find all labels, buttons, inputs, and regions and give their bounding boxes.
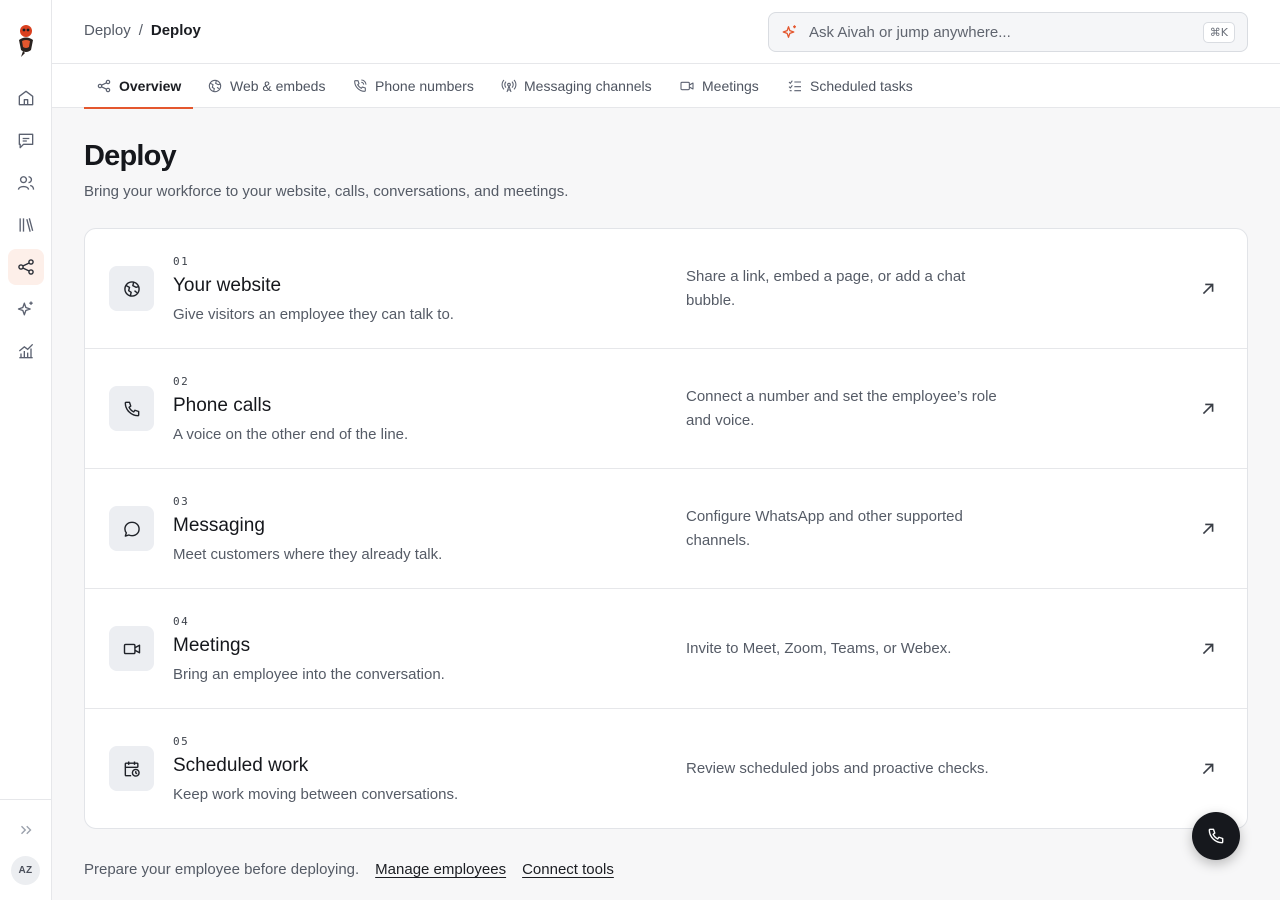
command-search[interactable]: Ask Aivah or jump anywhere... ⌘K (768, 12, 1248, 52)
page-title: Deploy (84, 140, 177, 172)
channel-row-meetings[interactable]: 04 Meetings Bring an employee into the c… (85, 589, 1247, 709)
checklist-icon (788, 80, 801, 92)
video-icon (680, 81, 694, 91)
tab-label: Web & embeds (230, 78, 326, 94)
tab-label: Phone numbers (375, 78, 474, 94)
arrow-up-right-icon[interactable] (1197, 638, 1219, 660)
tab-label: Messaging channels (524, 78, 652, 94)
tab-overview[interactable]: Overview (84, 64, 194, 109)
channel-title: Scheduled work (173, 755, 309, 776)
channel-row-scheduled-work[interactable]: 05 Scheduled work Keep work moving betwe… (85, 709, 1247, 828)
chat-bubble-icon (109, 506, 154, 551)
sidebar: AZ (0, 0, 52, 900)
sidebar-divider (0, 799, 52, 800)
channel-description: A voice on the other end of the line. (173, 426, 409, 443)
library-icon[interactable] (8, 207, 44, 243)
channel-title: Your website (173, 275, 282, 296)
tab-meetings[interactable]: Meetings (667, 64, 771, 108)
channel-description: Keep work moving between conversations. (173, 786, 459, 803)
globe-icon (109, 266, 154, 311)
share-icon (97, 79, 111, 93)
channel-title: Messaging (173, 515, 265, 536)
user-avatar[interactable]: AZ (11, 856, 40, 885)
home-icon[interactable] (8, 80, 44, 116)
arrow-up-right-icon[interactable] (1197, 278, 1219, 300)
channel-detail: Connect a number and set the employee’s … (686, 388, 997, 429)
channel-number: 01 (173, 255, 190, 268)
footer-text: Prepare your employee before deploying. (84, 861, 360, 878)
video-icon (109, 626, 154, 671)
channel-number: 02 (173, 375, 190, 388)
channel-number: 03 (173, 495, 190, 508)
breadcrumb-separator: / (138, 22, 143, 39)
arrow-up-right-icon[interactable] (1197, 398, 1219, 420)
channel-description: Meet customers where they already talk. (173, 546, 443, 563)
channel-number: 05 (173, 735, 190, 748)
employees-icon[interactable] (8, 165, 44, 201)
channel-description: Bring an employee into the conversation. (173, 666, 445, 683)
channel-row-website[interactable]: 01 Your website Give visitors an employe… (85, 229, 1247, 349)
channel-detail: Review scheduled jobs and proactive chec… (686, 760, 989, 777)
tab-phone-numbers[interactable]: Phone numbers (340, 64, 486, 108)
expand-sidebar-icon[interactable] (14, 820, 38, 840)
arrow-up-right-icon[interactable] (1197, 518, 1219, 540)
manage-employees-link[interactable]: Manage employees (375, 861, 506, 878)
tab-scheduled-tasks[interactable]: Scheduled tasks (775, 64, 925, 108)
conversations-icon[interactable] (8, 123, 44, 159)
sparkles-icon[interactable] (8, 291, 44, 327)
channel-detail: Invite to Meet, Zoom, Teams, or Webex. (686, 640, 952, 657)
breadcrumb-current: Deploy (150, 22, 201, 39)
channel-detail: Share a link, embed a page, or add a cha… (686, 268, 966, 309)
phone-icon (109, 386, 154, 431)
deploy-channel-list: 01 Your website Give visitors an employe… (84, 228, 1248, 829)
analytics-icon[interactable] (8, 333, 44, 369)
channel-detail: Configure WhatsApp and other supported c… (686, 508, 963, 549)
tab-label: Overview (119, 78, 182, 94)
page-subtitle: Bring your workforce to your website, ca… (84, 183, 569, 200)
tab-web-embeds[interactable]: Web & embeds (195, 64, 337, 108)
top-header: Deploy / Deploy Ask Aivah or jump anywhe… (52, 0, 1280, 64)
search-placeholder: Ask Aivah or jump anywhere... (809, 23, 1011, 41)
channel-title: Phone calls (173, 395, 272, 416)
channel-row-messaging[interactable]: 03 Messaging Meet customers where they a… (85, 469, 1247, 589)
channel-description: Give visitors an employee they can talk … (173, 306, 454, 323)
channel-number: 04 (173, 615, 190, 628)
calendar-clock-icon (109, 746, 154, 791)
phone-ringing-icon (354, 79, 367, 92)
tab-messaging-channels[interactable]: Messaging channels (489, 64, 664, 108)
connect-tools-link[interactable]: Connect tools (522, 861, 614, 878)
shortcut-badge: ⌘K (1202, 21, 1235, 43)
arrow-up-right-icon[interactable] (1197, 758, 1219, 780)
broadcast-icon (501, 79, 517, 93)
phone-icon (1208, 828, 1224, 844)
breadcrumb: Deploy / Deploy (84, 22, 201, 39)
deploy-icon[interactable] (8, 249, 44, 285)
globe-icon (208, 79, 222, 93)
call-button[interactable] (1192, 812, 1240, 860)
tab-label: Meetings (702, 78, 759, 94)
sparkle-icon (782, 25, 796, 38)
tab-bar: Overview Web & embeds Phone numbers Mess… (52, 64, 1280, 109)
channel-title: Meetings (173, 635, 251, 656)
channel-row-phone-calls[interactable]: 02 Phone calls A voice on the other end … (85, 349, 1247, 469)
aivah-mascot-logo[interactable] (14, 24, 38, 58)
footer-prep: Prepare your employee before deploying. … (84, 861, 614, 878)
tab-label: Scheduled tasks (810, 78, 913, 94)
breadcrumb-parent[interactable]: Deploy (84, 22, 131, 39)
